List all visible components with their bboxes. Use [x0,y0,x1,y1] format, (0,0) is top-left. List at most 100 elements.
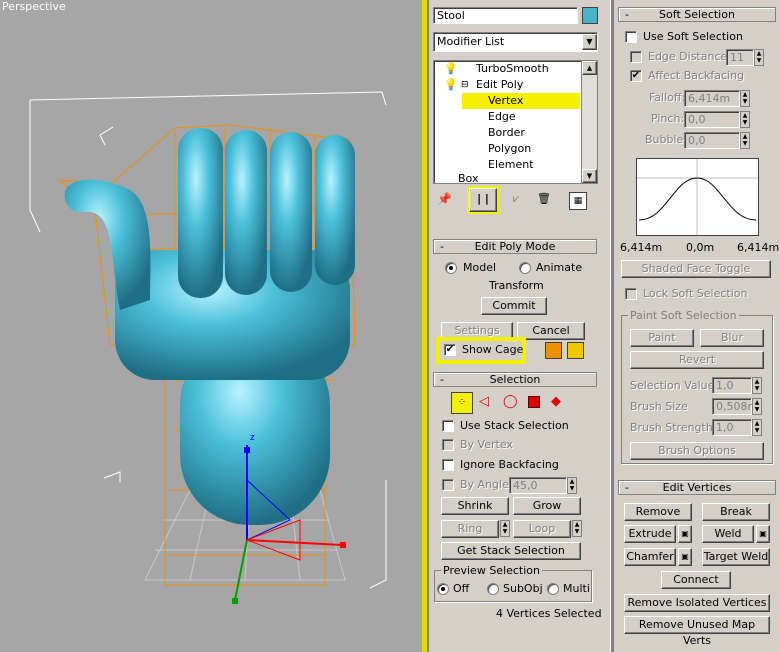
perspective-viewport[interactable]: Perspective z [0,0,422,652]
bulb-icon[interactable]: 💡 [444,61,458,77]
lock-soft-selection-checkbox[interactable] [625,288,637,300]
rollout-soft-selection[interactable]: - Soft Selection [618,7,776,22]
brush-strength-field[interactable]: 1,0 [712,419,752,436]
get-stack-selection-button[interactable]: Get Stack Selection [441,542,581,560]
stack-item-polygon[interactable]: Polygon [488,141,531,157]
stack-item-edge[interactable]: Edge [488,109,516,125]
stack-scrollbar[interactable]: ▲ ▼ [581,61,597,183]
remove-button[interactable]: Remove [624,503,692,521]
shrink-button[interactable]: Shrink [441,497,509,515]
bulb-icon[interactable]: 💡 [444,77,458,93]
blur-button[interactable]: Blur [700,329,764,347]
modifier-list-dropdown[interactable]: Modifier List [433,32,598,52]
border-mode-icon[interactable]: ◯ [503,394,519,410]
show-cage-checkbox[interactable]: ✔ [444,344,456,356]
svg-text:z: z [250,433,255,443]
cage-color-swatch-1[interactable] [545,342,562,359]
chamfer-settings-icon[interactable]: ▣ [678,548,692,566]
connect-button[interactable]: Connect [661,571,731,589]
shaded-face-toggle-button[interactable]: Shaded Face Toggle [621,260,771,278]
edge-mode-icon[interactable]: ◁ [479,394,495,410]
stack-item-vertex[interactable]: Vertex [462,93,580,109]
spinner-icon[interactable]: ▲ ▼ [754,49,764,66]
animate-radio[interactable] [519,262,531,274]
weld-settings-icon[interactable]: ▣ [756,525,770,543]
spinner-icon[interactable]: ▲ ▼ [500,520,510,537]
spinner-icon[interactable]: ▲ ▼ [740,132,750,149]
use-stack-selection-checkbox[interactable] [442,420,454,432]
by-angle-field[interactable]: 45,0 [509,477,567,494]
ring-button[interactable]: Ring [441,520,499,538]
rollout-edit-vertices[interactable]: - Edit Vertices [618,480,776,495]
pin-stack-icon[interactable]: 📌 [437,192,453,208]
spinner-icon[interactable]: ▲ ▼ [567,477,577,494]
pinch-field[interactable]: 0,0 [684,111,740,128]
commit-button[interactable]: Commit [481,297,547,315]
bubble-field[interactable]: 0,0 [684,132,740,149]
extrude-button[interactable]: Extrude [624,525,676,543]
stack-item-turbosmooth[interactable]: TurboSmooth [476,61,549,77]
remove-modifier-icon[interactable]: 🗑 [537,192,553,208]
rollout-edit-poly-mode[interactable]: - Edit Poly Mode [433,239,597,254]
spinner-icon[interactable]: ▲ ▼ [752,377,762,394]
cancel-button[interactable]: Cancel [517,322,585,340]
rollout-selection[interactable]: - Selection [433,372,597,387]
loop-button[interactable]: Loop [513,520,571,538]
brush-size-field[interactable]: 0,508m [712,398,758,415]
edge-distance-label: Edge Distance: [648,50,731,63]
make-unique-icon[interactable]: ⩗ [513,192,529,208]
stack-item-edit-poly[interactable]: Edit Poly [476,77,523,93]
object-name-field[interactable]: Stool [433,7,578,24]
chamfer-button[interactable]: Chamfer [624,548,676,566]
preview-subobj-radio[interactable] [487,583,499,595]
spinner-icon[interactable]: ▲ ▼ [752,398,762,415]
rollout-title: Edit Vertices [662,481,732,494]
remove-unused-map-verts-button[interactable]: Remove Unused Map Verts [624,616,770,647]
grow-button[interactable]: Grow [513,497,581,515]
soft-selection-panel: - Soft Selection Use Soft Selection Edge … [614,0,779,652]
weld-button[interactable]: Weld [702,525,754,543]
show-end-result-icon[interactable]: | | [467,186,499,214]
spinner-icon[interactable]: ▲ ▼ [572,520,582,537]
selection-value-field[interactable]: 1,0 [712,377,752,394]
cage-color-swatch-2[interactable] [567,342,584,359]
use-soft-selection-checkbox[interactable] [625,31,637,43]
falloff-axis-mid: 0,0m [686,241,715,254]
selection-value-label: Selection Value [630,379,715,392]
object-color-swatch[interactable] [582,7,598,24]
modifier-list-label: Modifier List [437,35,505,48]
extrude-settings-icon[interactable]: ▣ [678,525,692,543]
edge-distance-field[interactable]: 11 [726,49,754,66]
preview-multi-radio[interactable] [547,583,559,595]
remove-isolated-vertices-button[interactable]: Remove Isolated Vertices [624,594,770,612]
break-button[interactable]: Break [702,503,770,521]
vertex-mode-icon[interactable]: ⁘ [451,392,473,414]
configure-modifier-sets-icon[interactable]: ▦ [569,192,587,210]
spinner-icon[interactable]: ▲ ▼ [752,419,762,436]
by-vertex-checkbox[interactable] [442,439,454,451]
element-mode-icon[interactable]: ◆ [551,394,567,410]
preview-off-radio[interactable] [437,583,449,595]
paint-button[interactable]: Paint [630,329,694,347]
stack-item-element[interactable]: Element [488,157,534,173]
ignore-backfacing-checkbox[interactable] [442,459,454,471]
falloff-axis-left: 6,414m [620,241,663,254]
spinner-icon[interactable]: ▲ ▼ [740,111,750,128]
target-weld-button[interactable]: Target Weld [702,548,770,566]
model-radio[interactable] [445,262,457,274]
affect-backfacing-checkbox[interactable]: ✔ [630,70,642,82]
modifier-stack[interactable]: 💡 TurboSmooth 💡 ⊟ Edit Poly Vertex Edge … [433,60,598,185]
rollout-title: Selection [489,373,541,386]
by-angle-checkbox[interactable] [442,479,454,491]
collapse-icon[interactable]: ⊟ [461,77,469,93]
chevron-down-icon[interactable]: ▼ [582,34,597,50]
spinner-icon[interactable]: ▲ ▼ [740,90,750,107]
stack-item-box[interactable]: Box [458,173,478,185]
stack-item-border[interactable]: Border [488,125,525,141]
affect-backfacing-label: Affect Backfacing [648,69,745,82]
brush-options-button[interactable]: Brush Options [630,442,764,460]
edge-distance-checkbox[interactable] [630,51,642,63]
falloff-field[interactable]: 6,414m [684,90,740,107]
polygon-mode-icon[interactable] [528,396,540,408]
revert-button[interactable]: Revert [630,351,764,369]
